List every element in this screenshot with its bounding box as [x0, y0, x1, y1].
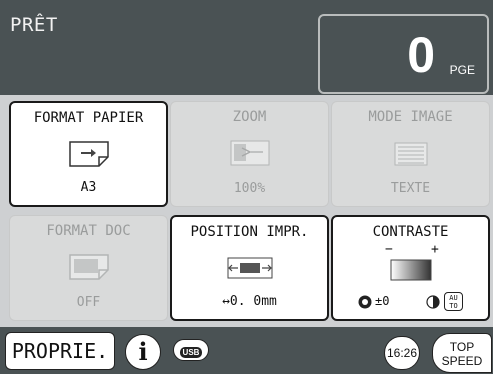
tile-title: MODE IMAGE [368, 109, 453, 125]
tile-value: TEXTE [390, 181, 431, 196]
info-button[interactable]: i [125, 334, 161, 370]
tile-title: ZOOM [232, 109, 267, 125]
page-counter: 0 PGE [318, 14, 489, 94]
tile-title: POSITION IMPR. [190, 224, 309, 240]
settings-panel: FORMAT PAPIER A3 ZOOM 100% MODE IMAGE TE… [0, 95, 493, 327]
top-speed-line1: TOP [449, 340, 475, 354]
contrast-plus-label: + [431, 242, 439, 257]
status-text: PRÊT [10, 14, 58, 36]
tile-title: FORMAT PAPIER [33, 110, 144, 126]
contrast-gradient-icon [390, 259, 431, 281]
zoom-button[interactable]: ZOOM 100% [170, 101, 329, 207]
doc-size-icon [68, 254, 109, 280]
tile-title: FORMAT DOC [46, 223, 131, 239]
density-icon [358, 295, 372, 309]
properties-button[interactable]: PROPRIE. [5, 332, 115, 370]
tile-title: CONTRASTE [372, 224, 449, 240]
top-speed-button[interactable]: TOP SPEED [432, 333, 492, 373]
print-position-icon [227, 257, 272, 279]
tile-value: 100% [233, 181, 266, 196]
bottom-bar: PROPRIE. i USB 16:26 TOP SPEED [0, 327, 493, 374]
density-value: ±0 [375, 294, 390, 308]
tile-value: ↔0. 0mm [222, 294, 277, 309]
text-mode-icon [394, 142, 427, 166]
contrast-mode-icon [426, 295, 440, 309]
auto-contrast-icon: AU TO [444, 292, 463, 311]
usb-button[interactable]: USB [173, 339, 209, 361]
contrast-button[interactable]: CONTRASTE − + ±0 AU TO [331, 215, 490, 321]
tile-value: A3 [80, 180, 97, 195]
clock-button[interactable]: 16:26 [384, 336, 420, 370]
print-position-button[interactable]: POSITION IMPR. ↔0. 0mm [170, 215, 329, 321]
paper-size-icon [68, 141, 109, 167]
counter-unit: PGE [449, 63, 475, 77]
zoom-icon [230, 140, 269, 166]
usb-icon: USB [179, 347, 203, 358]
image-mode-button[interactable]: MODE IMAGE TEXTE [331, 101, 490, 207]
top-speed-line2: SPEED [441, 354, 483, 368]
counter-value: 0 [407, 27, 435, 83]
tile-value: OFF [76, 295, 101, 310]
contrast-minus-label: − [385, 242, 393, 257]
info-icon: i [138, 337, 148, 366]
doc-size-button[interactable]: FORMAT DOC OFF [9, 215, 168, 321]
paper-size-button[interactable]: FORMAT PAPIER A3 [9, 101, 168, 207]
clock-time: 16:26 [386, 346, 418, 360]
screen: PRÊT 0 PGE FORMAT PAPIER A3 ZOOM 100% MO… [0, 0, 493, 374]
